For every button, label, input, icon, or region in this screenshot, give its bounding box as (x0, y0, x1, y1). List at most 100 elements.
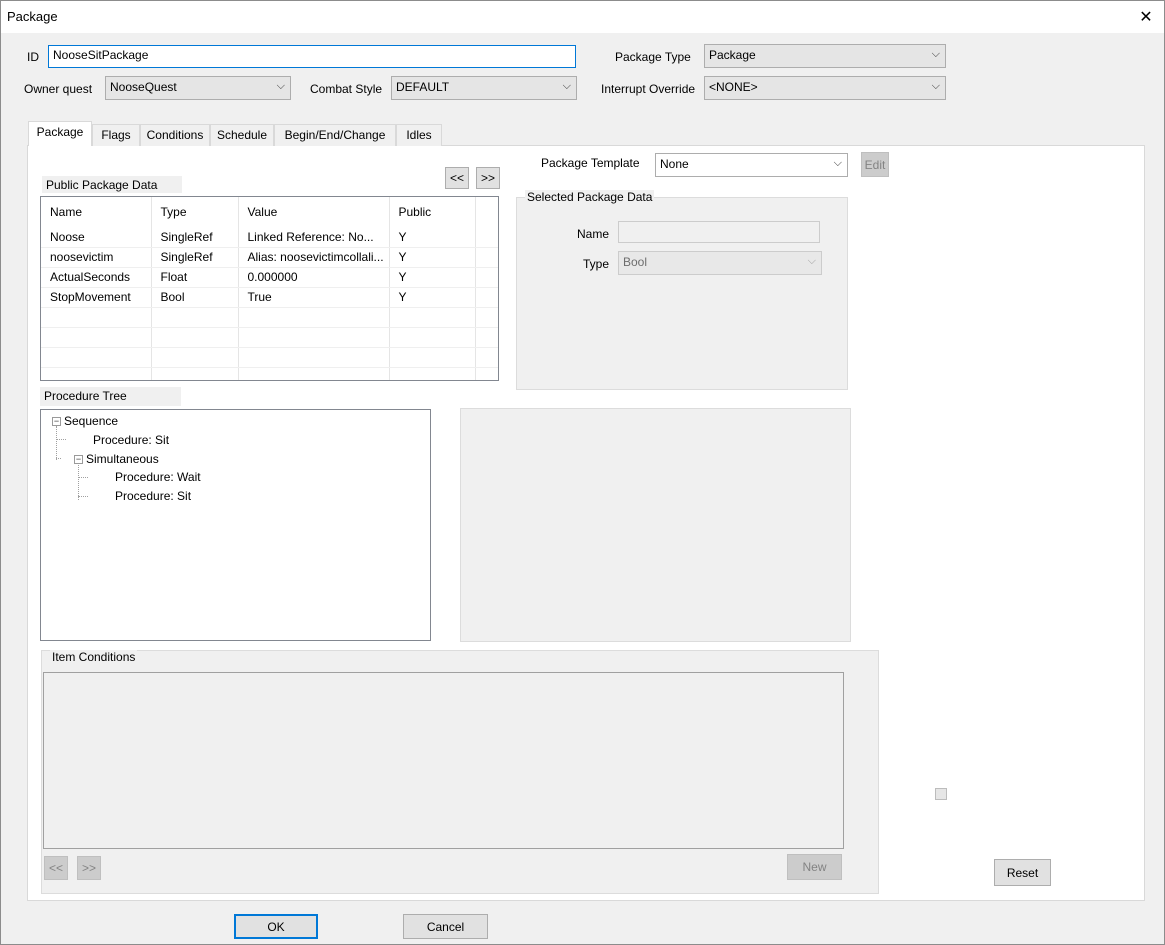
tab-package[interactable]: Package (28, 121, 92, 146)
cell-filler (475, 287, 498, 308)
tab-conditions[interactable]: Conditions (140, 124, 210, 146)
procedure-tree-title: Procedure Tree (40, 387, 181, 406)
chevron-down-icon: ⌵ (562, 80, 571, 92)
tab-begin-end-change[interactable]: Begin/End/Change (274, 124, 396, 146)
edit-template-button[interactable]: Edit (861, 152, 889, 177)
tree-node-label: Procedure: Wait (115, 470, 201, 484)
selected-name-input[interactable] (618, 221, 820, 243)
tree-node-procedure-wait[interactable]: Procedure: Wait (115, 470, 201, 484)
cell-public: Y (389, 267, 476, 288)
selected-name-label: Name (577, 227, 610, 241)
column-header-name[interactable]: Name (41, 197, 152, 227)
close-icon: ✕ (1139, 8, 1153, 26)
cell-type: SingleRef (151, 227, 239, 248)
table-row-empty (41, 307, 498, 328)
procedure-tree[interactable]: − Sequence Procedure: Sit − Simultaneous… (40, 409, 431, 641)
move-left-button[interactable]: << (445, 167, 469, 189)
selected-type-select[interactable]: Bool ⌵ (618, 251, 822, 275)
cell-type: Float (151, 267, 239, 288)
column-header-public[interactable]: Public (389, 197, 476, 227)
table-row-empty (41, 367, 498, 380)
id-input[interactable]: NooseSitPackage (48, 45, 576, 68)
conditions-next-button[interactable]: >> (77, 856, 101, 880)
cell-filler (475, 267, 498, 288)
cell-public: Y (389, 247, 476, 268)
interrupt-override-value: <NONE> (709, 80, 758, 94)
table-row-empty (41, 327, 498, 348)
window-title: Package (7, 9, 58, 24)
cell-value: Linked Reference: No... (238, 227, 390, 248)
selected-type-label: Type (583, 257, 610, 271)
reset-button[interactable]: Reset (994, 859, 1051, 886)
move-right-button[interactable]: >> (476, 167, 500, 189)
tab-flags[interactable]: Flags (92, 124, 140, 146)
chevron-down-icon: ⌵ (931, 48, 940, 60)
tab-schedule[interactable]: Schedule (210, 124, 274, 146)
column-header-type[interactable]: Type (151, 197, 239, 227)
chevron-down-icon: ⌵ (807, 255, 816, 267)
tree-node-label: Procedure: Sit (115, 489, 192, 503)
package-template-select[interactable]: None ⌵ (655, 153, 848, 177)
owner-quest-select[interactable]: NooseQuest ⌵ (105, 76, 291, 100)
table-row[interactable]: Noose SingleRef Linked Reference: No... … (41, 227, 498, 248)
tree-node-sequence[interactable]: − Sequence (52, 414, 118, 428)
cell-name: Noose (41, 227, 152, 248)
cell-type: Bool (151, 287, 239, 308)
owner-quest-label: Owner quest (24, 82, 93, 96)
tree-node-label: Sequence (64, 414, 119, 428)
interrupt-override-select[interactable]: <NONE> ⌵ (704, 76, 946, 100)
table-row[interactable]: StopMovement Bool True Y (41, 287, 498, 308)
cell-name: ActualSeconds (41, 267, 152, 288)
small-checkbox[interactable] (935, 788, 947, 800)
public-data-grid: Name Type Value Public Noose SingleRef L… (40, 196, 499, 381)
package-type-label: Package Type (615, 50, 691, 64)
column-header-filler (475, 197, 498, 227)
tree-node-procedure-sit-2[interactable]: Procedure: Sit (115, 489, 191, 503)
package-type-value: Package (709, 48, 756, 62)
tab-idles[interactable]: Idles (396, 124, 442, 146)
cell-value: Alias: noosevictimcollali... (238, 247, 390, 268)
collapse-minus-icon[interactable]: − (74, 454, 83, 464)
combat-style-value: DEFAULT (396, 80, 450, 94)
public-data-table: Name Type Value Public Noose SingleRef L… (41, 197, 498, 380)
id-label: ID (27, 50, 39, 64)
interrupt-override-label: Interrupt Override (601, 82, 696, 96)
ok-button[interactable]: OK (234, 914, 318, 939)
column-header-value[interactable]: Value (238, 197, 390, 227)
cell-filler (475, 227, 498, 248)
item-conditions-list[interactable] (43, 672, 844, 849)
package-template-value: None (660, 157, 689, 171)
item-conditions-title: Item Conditions (50, 650, 138, 664)
cell-value: True (238, 287, 390, 308)
combat-style-label: Combat Style (310, 82, 383, 96)
tree-node-simultaneous[interactable]: − Simultaneous (74, 452, 159, 466)
cell-value: 0.000000 (238, 267, 390, 288)
package-type-select[interactable]: Package ⌵ (704, 44, 946, 68)
combat-style-select[interactable]: DEFAULT ⌵ (391, 76, 577, 100)
conditions-prev-button[interactable]: << (44, 856, 68, 880)
procedure-details-pane (460, 408, 851, 642)
tree-node-label: Procedure: Sit (93, 433, 170, 447)
collapse-minus-icon[interactable]: − (52, 416, 61, 426)
table-row[interactable]: ActualSeconds Float 0.000000 Y (41, 267, 498, 288)
cancel-button[interactable]: Cancel (403, 914, 488, 939)
selected-type-value: Bool (623, 255, 648, 269)
chevron-down-icon: ⌵ (931, 80, 940, 92)
cell-name: StopMovement (41, 287, 152, 308)
table-row-empty (41, 347, 498, 368)
package-template-label: Package Template (541, 156, 640, 170)
cell-public: Y (389, 287, 476, 308)
cell-name: noosevictim (41, 247, 152, 268)
table-header-row: Name Type Value Public (41, 197, 498, 227)
cell-filler (475, 247, 498, 268)
chevron-down-icon: ⌵ (276, 80, 285, 92)
cell-type: SingleRef (151, 247, 239, 268)
table-row[interactable]: noosevictim SingleRef Alias: noosevictim… (41, 247, 498, 268)
selected-package-data-title: Selected Package Data (525, 190, 655, 204)
cell-public: Y (389, 227, 476, 248)
owner-quest-value: NooseQuest (110, 80, 177, 94)
close-button[interactable]: ✕ (1128, 1, 1164, 32)
tree-node-procedure-sit[interactable]: Procedure: Sit (93, 433, 169, 447)
new-condition-button[interactable]: New (787, 854, 842, 880)
public-package-data-title: Public Package Data (42, 176, 182, 193)
